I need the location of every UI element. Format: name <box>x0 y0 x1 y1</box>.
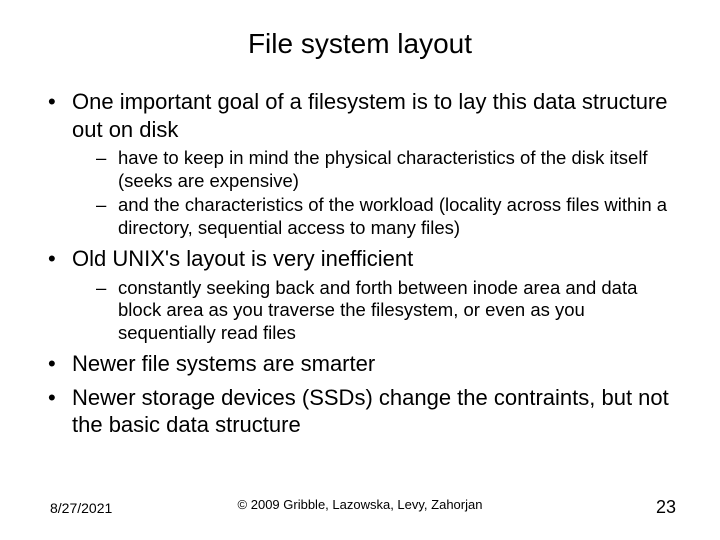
sub-bullet-list: have to keep in mind the physical charac… <box>72 147 684 239</box>
bullet-text: Newer storage devices (SSDs) change the … <box>72 385 669 438</box>
bullet-list: One important goal of a filesystem is to… <box>36 88 684 439</box>
sub-bullet-item: and the characteristics of the workload … <box>72 194 684 239</box>
footer-copyright: © 2009 Gribble, Lazowska, Levy, Zahorjan <box>238 497 483 512</box>
bullet-item: Newer file systems are smarter <box>36 350 684 378</box>
bullet-item: One important goal of a filesystem is to… <box>36 88 684 239</box>
slide-title: File system layout <box>36 28 684 60</box>
bullet-text: One important goal of a filesystem is to… <box>72 89 668 142</box>
bullet-item: Old UNIX's layout is very inefficient co… <box>36 245 684 344</box>
sub-bullet-text: constantly seeking back and forth betwee… <box>118 277 637 343</box>
slide-footer: 8/27/2021 © 2009 Gribble, Lazowska, Levy… <box>0 497 720 518</box>
slide: File system layout One important goal of… <box>0 0 720 540</box>
sub-bullet-item: have to keep in mind the physical charac… <box>72 147 684 192</box>
sub-bullet-text: have to keep in mind the physical charac… <box>118 147 648 191</box>
bullet-text: Newer file systems are smarter <box>72 351 375 376</box>
footer-page-number: 23 <box>656 497 676 518</box>
bullet-item: Newer storage devices (SSDs) change the … <box>36 384 684 439</box>
sub-bullet-text: and the characteristics of the workload … <box>118 194 667 238</box>
footer-date: 8/27/2021 <box>50 500 112 516</box>
sub-bullet-list: constantly seeking back and forth betwee… <box>72 277 684 345</box>
bullet-text: Old UNIX's layout is very inefficient <box>72 246 413 271</box>
sub-bullet-item: constantly seeking back and forth betwee… <box>72 277 684 345</box>
